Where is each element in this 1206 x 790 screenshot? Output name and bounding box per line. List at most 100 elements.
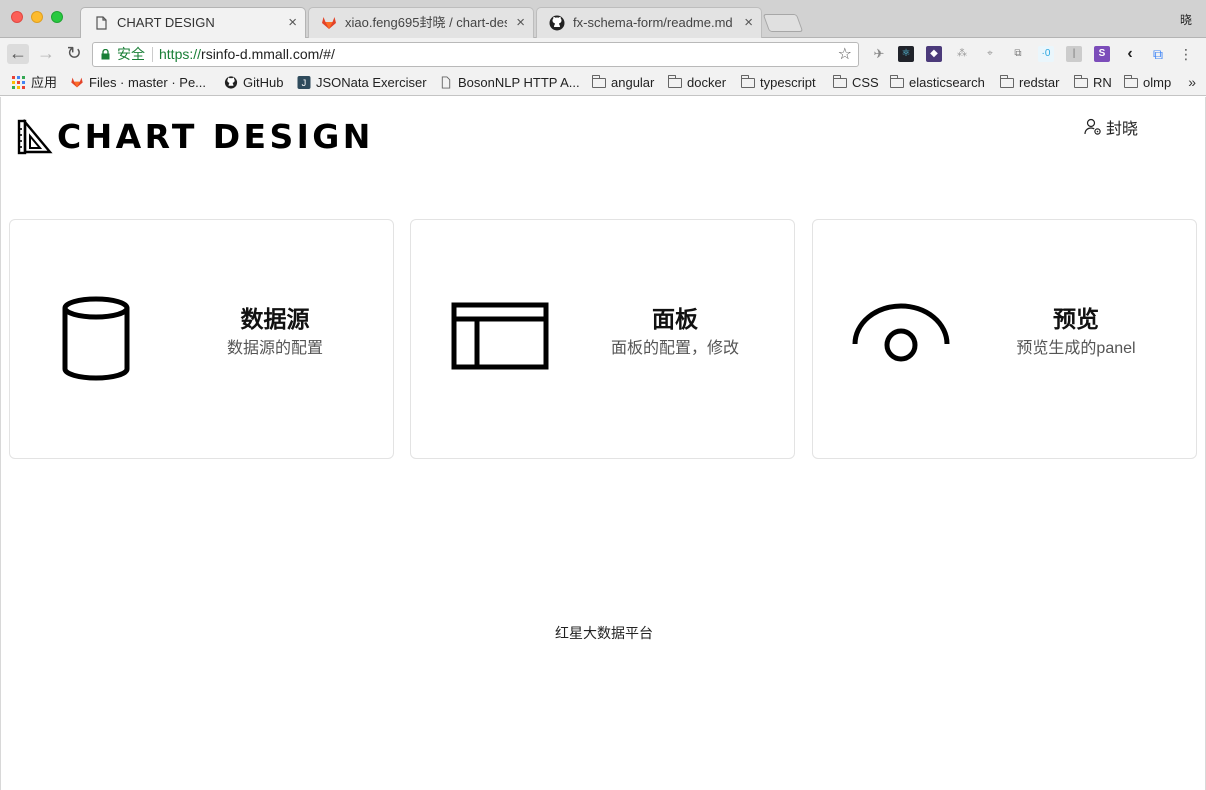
card-panel[interactable]: 面板 面板的配置，修改 — [410, 219, 795, 459]
folder-icon — [741, 75, 755, 88]
forward-button[interactable]: → — [35, 44, 57, 64]
window-minimize-button[interactable] — [31, 11, 43, 23]
bookmark-folder-elasticsearch[interactable]: elasticsearch — [890, 74, 985, 92]
bookmark-folder-css[interactable]: CSS — [833, 74, 879, 92]
profile-name[interactable]: 晓 — [1180, 11, 1192, 28]
bookmark-label: GitHub — [243, 75, 284, 90]
bookmark-label: olmp — [1143, 75, 1172, 90]
bookmark-label: elasticsearch — [909, 75, 985, 90]
bookmark-label: redstar — [1019, 75, 1060, 90]
page-icon — [96, 16, 107, 30]
url-host-path: rsinfo-d.mmall.com/#/ — [201, 46, 335, 62]
window-close-button[interactable] — [11, 11, 23, 23]
folder-icon — [1074, 75, 1088, 88]
browser-tab-github[interactable]: fx-schema-form/readme.md at × — [536, 7, 762, 38]
user-settings-icon — [1084, 118, 1101, 135]
url-text[interactable]: https://rsinfo-d.mmall.com/#/ — [159, 43, 335, 66]
bookmark-folder-docker[interactable]: docker — [668, 74, 726, 92]
page-icon — [441, 76, 451, 89]
redux-devtools-icon[interactable]: ◆ — [926, 46, 942, 62]
tab-label: fx-schema-form/readme.md at — [573, 15, 735, 30]
folder-icon — [1000, 75, 1014, 88]
browser-tab-chart-design[interactable]: CHART DESIGN × — [80, 7, 306, 39]
tree-extension-icon[interactable]: ⁂ — [954, 46, 970, 62]
lock-icon — [101, 49, 110, 60]
card-description: 面板的配置，修改 — [610, 340, 739, 357]
tab-label: CHART DESIGN — [117, 15, 215, 30]
card-title: 数据源 — [240, 306, 310, 332]
copy-extension-icon[interactable]: ⧉ — [1010, 46, 1026, 62]
bookmark-apps[interactable]: 应用 — [12, 74, 57, 92]
counter-extension-icon[interactable]: ·0 — [1038, 46, 1054, 62]
bookmark-label: JSONata Exerciser — [316, 75, 427, 90]
footer-text: 红星大数据平台 — [555, 625, 653, 641]
s-extension-icon[interactable]: S — [1094, 46, 1110, 62]
bookmark-jsonata[interactable]: J JSONata Exerciser — [297, 74, 427, 92]
address-bar[interactable]: 安全 https://rsinfo-d.mmall.com/#/ ☆ — [92, 42, 859, 67]
eye-icon — [852, 303, 950, 362]
folder-icon — [668, 75, 682, 88]
react-devtools-icon[interactable]: ⚛ — [898, 46, 914, 62]
bookmark-folder-redstar[interactable]: redstar — [1000, 74, 1059, 92]
app-logo[interactable]: CHART DESIGN — [17, 119, 374, 155]
gitlab-icon — [71, 77, 83, 88]
back-button[interactable]: ← — [7, 44, 29, 64]
browser-toolbar: ← → ↻ 安全 https://rsinfo-d.mmall.com/#/ ☆… — [0, 38, 1206, 70]
github-icon — [549, 15, 565, 31]
bookmark-label: docker — [687, 75, 727, 90]
bookmark-files-master[interactable]: Files · master · Pe... — [70, 74, 206, 92]
folder-icon — [1124, 75, 1138, 88]
panel-layout-icon — [451, 302, 549, 370]
svg-text:J: J — [302, 78, 307, 88]
gitlab-icon — [322, 17, 336, 29]
bookmark-folder-typescript[interactable]: typescript — [741, 74, 816, 92]
bookmark-folder-angular[interactable]: angular — [592, 74, 654, 92]
bookmark-label: typescript — [760, 75, 816, 90]
window-maximize-button[interactable] — [51, 11, 63, 23]
browser-titlebar: CHART DESIGN × xiao.feng695封晓 / chart-de… — [0, 0, 1206, 39]
card-preview[interactable]: 预览 预览生成的panel — [812, 219, 1197, 459]
bookmark-bosonnlp[interactable]: BosonNLP HTTP A... — [439, 74, 580, 92]
gray-extension-icon[interactable]: | — [1066, 46, 1082, 62]
card-description: 数据源的配置 — [226, 340, 323, 357]
bookmark-folder-olmp[interactable]: olmp — [1124, 74, 1171, 92]
database-icon — [62, 296, 130, 381]
menu-kebab-icon[interactable]: ⋮ — [1178, 46, 1194, 62]
page-content: CHART DESIGN 封晓 数据源 数据源的配置 面板 面板的配置，修改 预… — [0, 97, 1206, 790]
jsonata-icon: J — [297, 76, 311, 89]
ruler-triangle-logo-icon — [17, 119, 53, 155]
bookmarks-bar: 应用 Files · master · Pe... GitHub J JSONa… — [0, 70, 1206, 96]
user-name: 封晓 — [1106, 121, 1139, 138]
secure-label: 安全 — [117, 46, 145, 62]
reload-button[interactable]: ↻ — [63, 44, 85, 64]
logo-text: CHART DESIGN — [57, 117, 374, 156]
window-extension-icon[interactable]: ⧉ — [1150, 46, 1166, 62]
bookmark-github[interactable]: GitHub — [224, 74, 283, 92]
bookmark-label: RN — [1093, 75, 1112, 90]
browser-tab-gitlab[interactable]: xiao.feng695封晓 / chart-desig × — [308, 7, 534, 38]
card-description: 预览生成的panel — [1016, 340, 1136, 357]
bookmarks-overflow-button[interactable]: » — [1188, 74, 1196, 90]
bookmark-label: CSS — [852, 75, 879, 90]
bookmark-folder-rn[interactable]: RN — [1074, 74, 1112, 92]
bookmark-label: 应用 — [31, 75, 58, 90]
bookmark-star-icon[interactable]: ☆ — [838, 43, 852, 66]
new-tab-button[interactable] — [762, 14, 804, 32]
folder-icon — [890, 75, 904, 88]
card-datasource[interactable]: 数据源 数据源的配置 — [9, 219, 394, 459]
code-extension-icon[interactable]: ‹ — [1122, 46, 1138, 62]
folder-icon — [592, 75, 606, 88]
bird-extension-icon[interactable]: ✈ — [871, 46, 887, 62]
selector-extension-icon[interactable]: ⌖ — [982, 46, 998, 62]
bookmark-label: Files · master · Pe... — [89, 75, 207, 90]
close-icon[interactable]: × — [744, 8, 753, 38]
bookmark-label: angular — [611, 75, 655, 90]
folder-icon — [833, 75, 847, 88]
user-menu[interactable]: 封晓 — [1084, 117, 1139, 138]
tab-label: xiao.feng695封晓 / chart-desig — [345, 15, 507, 30]
close-icon[interactable]: × — [288, 8, 297, 38]
close-icon[interactable]: × — [516, 8, 525, 38]
bookmark-label: BosonNLP HTTP A... — [458, 75, 580, 90]
address-divider — [152, 47, 153, 62]
card-title: 预览 — [1053, 306, 1099, 332]
